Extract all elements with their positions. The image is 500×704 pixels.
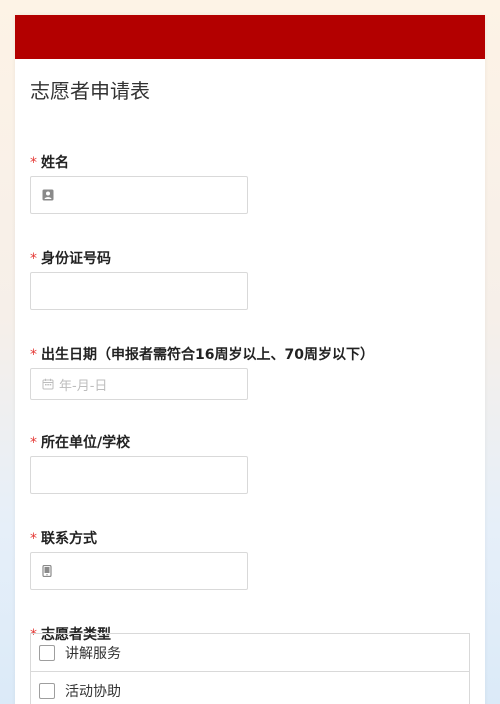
form-banner <box>15 15 485 59</box>
required-marker: * <box>30 435 37 451</box>
name-input[interactable] <box>30 176 248 214</box>
date-placeholder: 年-月-日 <box>59 378 108 394</box>
phone-icon <box>42 565 52 577</box>
form-title: 志愿者申请表 <box>30 79 150 103</box>
required-marker: * <box>30 155 37 171</box>
field-label-name: * 姓名 <box>30 152 69 172</box>
checkbox[interactable] <box>39 682 55 699</box>
field-label-id-number: * 身份证号码 <box>30 248 111 268</box>
required-marker: * <box>30 347 37 363</box>
checkbox[interactable] <box>39 644 55 661</box>
id-number-input[interactable] <box>30 272 248 310</box>
option-label: 活动协助 <box>65 683 121 700</box>
field-label-contact: * 联系方式 <box>30 528 97 548</box>
option-guide-service[interactable]: 讲解服务 <box>31 634 469 672</box>
required-marker: * <box>30 251 37 267</box>
label-text: 所在单位/学校 <box>41 435 131 451</box>
birth-date-input[interactable]: 年-月-日 <box>30 368 248 400</box>
field-label-organization: * 所在单位/学校 <box>30 432 130 452</box>
option-event-assist[interactable]: 活动协助 <box>31 672 469 704</box>
label-text: 出生日期（申报者需符合16周岁以上、70周岁以下） <box>41 347 374 363</box>
volunteer-type-options: 讲解服务 活动协助 <box>30 633 470 704</box>
label-text: 身份证号码 <box>41 251 111 267</box>
label-text: 姓名 <box>41 155 69 171</box>
field-label-birth-date: * 出生日期（申报者需符合16周岁以上、70周岁以下） <box>30 344 374 364</box>
label-text: 联系方式 <box>41 531 97 547</box>
organization-input[interactable] <box>30 456 248 494</box>
contact-input[interactable] <box>30 552 248 590</box>
option-label: 讲解服务 <box>65 645 121 662</box>
required-marker: * <box>30 531 37 547</box>
date-placeholder-row: 年-月-日 <box>42 369 107 399</box>
person-icon <box>42 189 54 201</box>
calendar-icon <box>42 378 54 390</box>
form-card: 志愿者申请表 * 姓名 * 身份证号码 * 出生日期（申报者需符合16周岁以上、70周… <box>15 15 485 704</box>
